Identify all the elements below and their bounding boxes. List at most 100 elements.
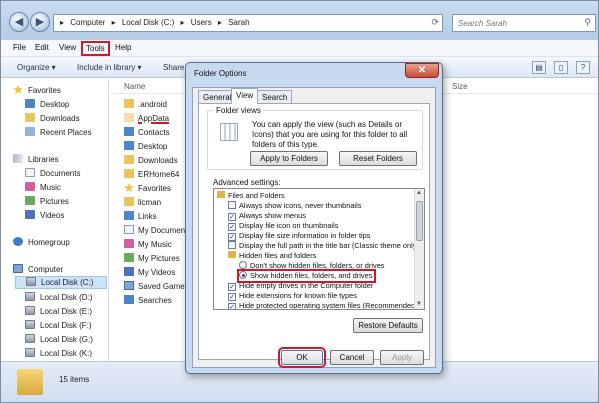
nav-pictures[interactable]: Pictures (25, 196, 69, 209)
apply-button[interactable]: Apply (380, 350, 424, 365)
column-name[interactable]: Name (124, 82, 145, 91)
checkmark-icon[interactable]: ✓ (228, 303, 236, 309)
breadcrumb-sep-icon: ▸ (180, 18, 185, 27)
nav-local-disk-e[interactable]: Local Disk (E:) (25, 306, 92, 319)
recent-places-icon (25, 127, 35, 136)
cancel-button[interactable]: Cancel (330, 350, 374, 365)
menu-edit[interactable]: Edit (35, 43, 49, 52)
tab-view[interactable]: View (231, 88, 259, 104)
file-item[interactable]: Links (124, 211, 157, 224)
search-input[interactable] (458, 16, 576, 30)
view-tab-panel: Folder views You can apply the view (suc… (198, 103, 430, 360)
file-item[interactable]: ERHome64 (124, 169, 179, 182)
scroll-down-icon[interactable]: ▼ (416, 301, 422, 307)
search-icon: ⚲ (584, 17, 591, 27)
share-button[interactable]: Share (163, 63, 184, 72)
dialog-body: General View Search Folder views You can… (192, 87, 436, 368)
restore-defaults-button[interactable]: Restore Defaults (353, 318, 423, 333)
tab-search[interactable]: Search (257, 90, 293, 103)
breadcrumb-local-disk-c[interactable]: Local Disk (C:) (122, 18, 174, 27)
organize-button[interactable]: Organize ▾ (17, 63, 56, 72)
nav-local-disk-k[interactable]: Local Disk (K:) (25, 348, 92, 361)
radio-selected-icon[interactable] (239, 271, 247, 279)
nav-local-disk-d[interactable]: Local Disk (D:) (25, 292, 92, 305)
file-item[interactable]: .android (124, 99, 167, 112)
menu-tools[interactable]: Tools (81, 41, 110, 56)
scroll-up-icon[interactable]: ▲ (416, 190, 422, 196)
checkmark-icon[interactable]: ✓ (228, 293, 236, 301)
checkmark-icon[interactable]: ✓ (228, 233, 236, 241)
drive-icon (25, 348, 35, 357)
refresh-icon[interactable]: ⟳ (431, 17, 439, 28)
forward-button[interactable]: ▶ (30, 12, 50, 32)
folder-icon (228, 251, 236, 258)
checkbox-icon[interactable] (228, 201, 236, 209)
include-in-library-button[interactable]: Include in library ▾ (77, 63, 142, 72)
file-item-appdata[interactable]: AppData (124, 113, 169, 126)
menu-help[interactable]: Help (115, 43, 131, 52)
nav-documents[interactable]: Documents (25, 168, 80, 181)
nav-local-disk-g[interactable]: Local Disk (G:) (25, 334, 93, 347)
preview-pane-icon[interactable]: ▯ (554, 61, 568, 74)
setting-always-show-menus[interactable]: ✓ Always show menus (228, 211, 306, 221)
checkbox-icon[interactable] (228, 241, 236, 249)
breadcrumb-users[interactable]: Users (191, 18, 212, 27)
advanced-settings-list[interactable]: Files and Folders Always show icons, nev… (213, 188, 425, 310)
setting-display-file-icon[interactable]: ✓ Display file icon on thumbnails (228, 221, 338, 231)
radio-dont-show-hidden[interactable]: Don't show hidden files, folders, or dri… (239, 261, 385, 271)
menu-view[interactable]: View (59, 43, 76, 52)
nav-homegroup[interactable]: Homegroup (13, 237, 70, 250)
advanced-scrollbar[interactable]: ▲ ▼ (414, 189, 424, 309)
checkmark-icon[interactable]: ✓ (228, 283, 236, 291)
setting-display-full-path[interactable]: Display the full path in the title bar (… (228, 241, 419, 251)
breadcrumb-sarah[interactable]: Sarah (228, 18, 249, 27)
nav-recent-places[interactable]: Recent Places (25, 127, 92, 140)
nav-music[interactable]: Music (25, 182, 61, 195)
radio-icon[interactable] (239, 261, 247, 269)
setting-hide-empty-drives[interactable]: ✓ Hide empty drives in the Computer folde… (228, 281, 373, 291)
menu-bar: File Edit View Tools Help (1, 40, 598, 57)
help-icon[interactable]: ? (576, 61, 590, 74)
reset-folders-button[interactable]: Reset Folders (339, 151, 417, 166)
nav-favorites[interactable]: Favorites (13, 85, 61, 98)
breadcrumb-computer[interactable]: Computer (70, 18, 105, 27)
nav-videos[interactable]: Videos (25, 210, 64, 223)
documents-folder-icon (124, 225, 134, 234)
file-item[interactable]: Downloads (124, 155, 178, 168)
file-item[interactable]: Saved Games (124, 281, 189, 294)
search-box[interactable]: ⚲ (452, 14, 596, 32)
scrollbar-thumb[interactable] (416, 201, 423, 241)
nav-libraries[interactable]: Libraries (13, 154, 59, 167)
folder-views-label: Folder views (214, 106, 263, 115)
back-button[interactable]: ◀ (9, 12, 29, 32)
close-icon[interactable]: ✕ (405, 63, 439, 78)
links-folder-icon (124, 211, 134, 220)
column-size[interactable]: Size (452, 82, 468, 91)
file-item[interactable]: Favorites (124, 183, 171, 196)
nav-downloads[interactable]: Downloads (25, 113, 80, 126)
view-options-icon[interactable]: ▤ (532, 61, 546, 74)
apply-to-folders-button[interactable]: Apply to Folders (250, 151, 328, 166)
file-item[interactable]: Contacts (124, 127, 170, 140)
nav-local-disk-c[interactable]: Local Disk (C:) (15, 276, 107, 289)
radio-show-hidden[interactable]: Show hidden files, folders, and drives (236, 269, 377, 283)
file-item[interactable]: My Music (124, 239, 172, 252)
nav-desktop[interactable]: Desktop (25, 99, 69, 112)
checkmark-icon[interactable]: ✓ (228, 223, 236, 231)
setting-display-file-size[interactable]: ✓ Display file size information in folder… (228, 231, 370, 241)
file-item[interactable]: Desktop (124, 141, 167, 154)
file-item[interactable]: My Pictures (124, 253, 180, 266)
address-bar[interactable]: ▸ Computer ▸ Local Disk (C:) ▸ Users ▸ S… (53, 14, 443, 32)
nav-local-disk-f[interactable]: Local Disk (F:) (25, 320, 92, 333)
file-item[interactable]: My Document (124, 225, 187, 238)
file-item[interactable]: Searches (124, 295, 172, 308)
group-hidden-files: Hidden files and folders (228, 251, 316, 261)
checkmark-icon[interactable]: ✓ (228, 213, 236, 221)
setting-hide-protected-files[interactable]: ✓ Hide protected operating system files (… (228, 301, 418, 309)
menu-file[interactable]: File (13, 43, 26, 52)
setting-hide-extensions[interactable]: ✓ Hide extensions for known file types (228, 291, 357, 301)
setting-always-show-icons[interactable]: Always show icons, never thumbnails (228, 201, 361, 211)
file-item[interactable]: licman (124, 197, 161, 210)
ok-button[interactable]: OK (278, 347, 326, 368)
file-item[interactable]: My Videos (124, 267, 175, 280)
